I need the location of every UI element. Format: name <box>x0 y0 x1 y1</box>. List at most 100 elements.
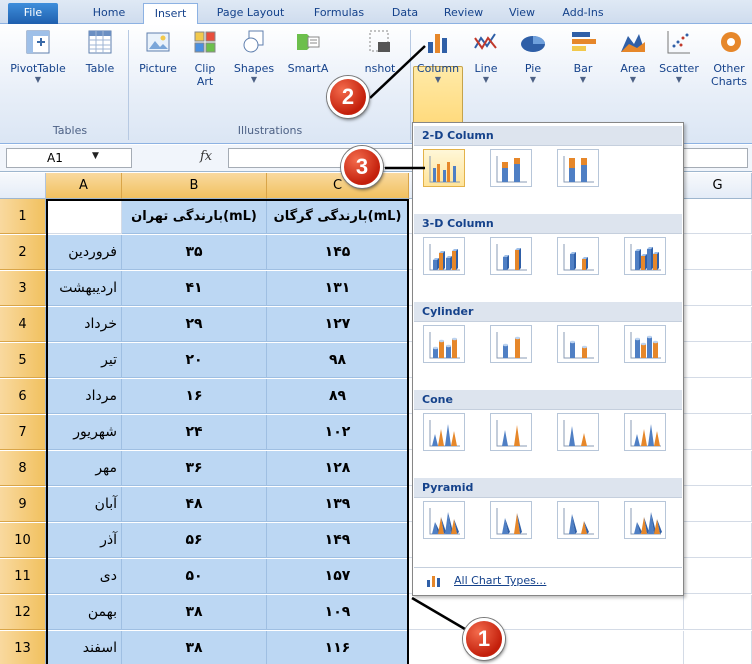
table-cell-tehran[interactable]: ۵۶ <box>122 523 267 558</box>
row-header[interactable]: 11 <box>0 559 46 594</box>
table-cell-tehran[interactable]: ۴۸ <box>122 487 267 522</box>
empty-cell[interactable] <box>409 631 684 664</box>
select-all-corner[interactable] <box>0 173 46 199</box>
table-cell-month[interactable]: خرداد <box>46 307 122 342</box>
chart-type-pyramid-clustered[interactable] <box>423 501 465 539</box>
row-header[interactable]: 7 <box>0 415 46 450</box>
table-cell-gorgan[interactable]: ۸۹ <box>267 379 409 414</box>
table-cell-gorgan[interactable]: ۱۱۶ <box>267 631 409 664</box>
row-header[interactable]: 6 <box>0 379 46 414</box>
table-cell-gorgan[interactable]: ۱۳۹ <box>267 487 409 522</box>
table-cell-tehran[interactable]: ۳۵ <box>122 235 267 270</box>
empty-cell[interactable] <box>684 271 752 306</box>
column-header-a[interactable]: A <box>46 173 122 199</box>
table-cell-gorgan[interactable]: ۱۰۲ <box>267 415 409 450</box>
chart-type-cylinder-stacked100[interactable] <box>557 325 599 363</box>
row-header[interactable]: 10 <box>0 523 46 558</box>
line-button[interactable]: Line ▼ <box>468 28 504 85</box>
shapes-button[interactable]: Shapes ▼ <box>230 28 278 85</box>
row-header[interactable]: 8 <box>0 451 46 486</box>
column-header-g[interactable]: G <box>684 173 752 199</box>
chart-type-pyramid-stacked100[interactable] <box>557 501 599 539</box>
table-cell-month[interactable]: مرداد <box>46 379 122 414</box>
table-cell-tehran[interactable]: ۲۹ <box>122 307 267 342</box>
table-cell-month[interactable]: اسفند <box>46 631 122 664</box>
table-cell-gorgan[interactable]: ۱۲۷ <box>267 307 409 342</box>
table-cell-month[interactable]: اردیبهشت <box>46 271 122 306</box>
row-header[interactable]: 12 <box>0 595 46 630</box>
row-header[interactable]: 4 <box>0 307 46 342</box>
empty-cell[interactable] <box>684 451 752 486</box>
empty-cell[interactable] <box>684 343 752 378</box>
clip-art-button[interactable]: Clip Art <box>187 28 223 88</box>
table-cell-month[interactable]: مهر <box>46 451 122 486</box>
row-header[interactable]: 5 <box>0 343 46 378</box>
column-header-c[interactable]: C <box>267 173 409 199</box>
row-header[interactable]: 13 <box>0 631 46 664</box>
function-icon[interactable]: fx <box>200 149 212 164</box>
table-cell-month[interactable]: فروردین <box>46 235 122 270</box>
table-cell-gorgan[interactable]: ۹۸ <box>267 343 409 378</box>
table-cell-gorgan[interactable]: ۱۳۱ <box>267 271 409 306</box>
chart-type-column2d-stacked100[interactable] <box>557 149 599 187</box>
scatter-button[interactable]: Scatter ▼ <box>656 28 702 85</box>
table-cell-tehran[interactable]: ۲۴ <box>122 415 267 450</box>
empty-cell[interactable] <box>684 559 752 594</box>
table-cell-gorgan[interactable]: ۱۵۷ <box>267 559 409 594</box>
pivottable-button[interactable]: PivotTable ▼ <box>6 28 70 85</box>
table-cell-tehran[interactable]: ۱۶ <box>122 379 267 414</box>
table-cell-gorgan[interactable]: ۱۴۵ <box>267 235 409 270</box>
tab-home[interactable]: Home <box>84 3 134 24</box>
table-cell-tehran[interactable]: ۳۸ <box>122 595 267 630</box>
table-cell-gorgan[interactable]: ۱۲۸ <box>267 451 409 486</box>
all-chart-types-link[interactable]: All Chart Types... <box>414 567 682 593</box>
chart-type-pyramid-stacked[interactable] <box>490 501 532 539</box>
chart-type-cylinder-clustered[interactable] <box>423 325 465 363</box>
empty-cell[interactable] <box>684 631 752 664</box>
chart-type-column3d-full3d[interactable] <box>624 237 666 275</box>
tab-file[interactable]: File <box>8 3 58 24</box>
other-charts-button[interactable]: Other Charts <box>706 28 752 88</box>
table-cell-tehran[interactable]: ۳۶ <box>122 451 267 486</box>
table-cell-tehran[interactable]: ۲۰ <box>122 343 267 378</box>
empty-cell[interactable] <box>684 307 752 342</box>
smartart-button[interactable]: SmartA <box>282 28 334 75</box>
tab-page-layout[interactable]: Page Layout <box>208 3 293 24</box>
table-cell-month[interactable]: تیر <box>46 343 122 378</box>
tab-data[interactable]: Data <box>385 3 425 24</box>
chart-type-cylinder-stacked[interactable] <box>490 325 532 363</box>
row-header[interactable]: 3 <box>0 271 46 306</box>
table-button[interactable]: Table <box>80 28 120 75</box>
tab-add-ins[interactable]: Add-Ins <box>553 3 613 24</box>
table-cell-month[interactable]: بهمن <box>46 595 122 630</box>
empty-cell[interactable] <box>684 523 752 558</box>
chart-type-column2d-clustered[interactable] <box>423 149 465 187</box>
chart-type-cone-clustered[interactable] <box>423 413 465 451</box>
empty-cell[interactable] <box>684 595 752 630</box>
chart-type-cylinder-full3d[interactable] <box>624 325 666 363</box>
tab-formulas[interactable]: Formulas <box>304 3 374 24</box>
row-header[interactable]: 2 <box>0 235 46 270</box>
table-cell-gorgan[interactable]: ۱۰۹ <box>267 595 409 630</box>
chart-type-pyramid-full3d[interactable] <box>624 501 666 539</box>
tab-review[interactable]: Review <box>436 3 491 24</box>
empty-cell[interactable] <box>684 415 752 450</box>
table-cell-month[interactable]: آذر <box>46 523 122 558</box>
header-cell-tehran[interactable]: بارندگی تهران(mL) <box>122 199 267 234</box>
row-header[interactable]: 9 <box>0 487 46 522</box>
bar-button[interactable]: Bar ▼ <box>563 28 603 85</box>
chart-type-column2d-stacked[interactable] <box>490 149 532 187</box>
screenshot-button[interactable]: nshot <box>355 28 405 75</box>
table-cell-tehran[interactable]: ۴۱ <box>122 271 267 306</box>
pie-button[interactable]: Pie ▼ <box>513 28 553 85</box>
column-header-b[interactable]: B <box>122 173 267 199</box>
chart-type-cone-stacked100[interactable] <box>557 413 599 451</box>
name-box-dropdown-icon[interactable]: ▼ <box>92 151 99 161</box>
chart-type-cone-full3d[interactable] <box>624 413 666 451</box>
table-cell-month[interactable]: شهریور <box>46 415 122 450</box>
cell-a1[interactable] <box>46 199 122 234</box>
empty-cell[interactable] <box>684 487 752 522</box>
empty-cell[interactable] <box>684 199 752 234</box>
picture-button[interactable]: Picture <box>135 28 181 75</box>
empty-cell[interactable] <box>684 379 752 414</box>
